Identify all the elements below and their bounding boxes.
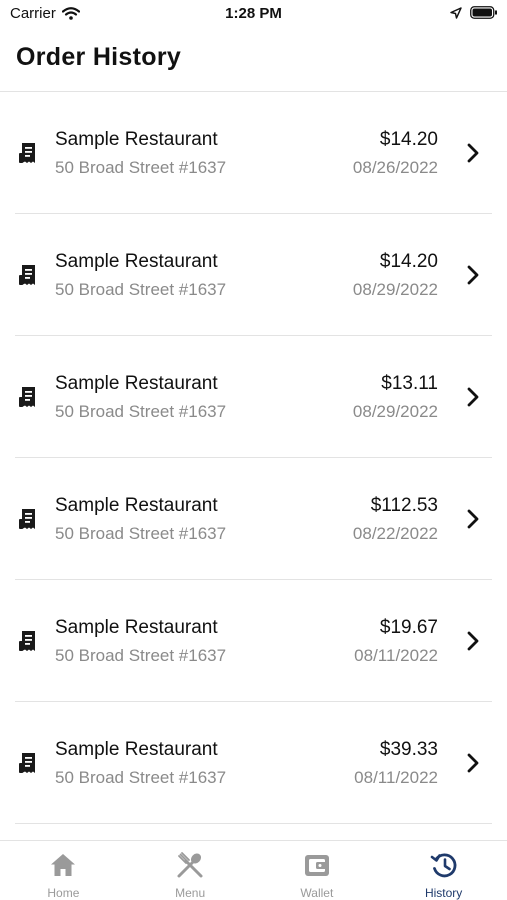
order-address: 50 Broad Street #1637 xyxy=(55,646,227,665)
order-date: 08/29/2022 xyxy=(352,280,438,299)
tab-home-label: Home xyxy=(47,886,80,900)
order-address: 50 Broad Street #1637 xyxy=(55,402,227,421)
receipt-icon xyxy=(19,143,35,163)
receipt-icon xyxy=(19,753,35,773)
order-date: 08/26/2022 xyxy=(352,158,438,177)
order-restaurant-name: Sample Restaurant xyxy=(55,373,218,394)
receipt-icon xyxy=(19,631,35,651)
order-row[interactable]: Sample Restaurant 50 Broad Street #1637 … xyxy=(15,580,492,702)
order-price: $19.67 xyxy=(379,617,438,638)
order-row[interactable]: Sample Restaurant 50 Broad Street #1637 … xyxy=(15,458,492,580)
order-address: 50 Broad Street #1637 xyxy=(55,768,227,787)
chevron-right-icon xyxy=(467,143,479,163)
order-history-screen: Carrier 1:28 PM Order History Sample Res… xyxy=(0,0,507,900)
order-price: $39.33 xyxy=(379,739,438,760)
order-row[interactable]: Sample Restaurant 50 Broad Street #1637 … xyxy=(15,336,492,458)
order-date: 08/11/2022 xyxy=(354,768,438,787)
tab-history[interactable]: History xyxy=(380,841,507,900)
home-icon xyxy=(51,854,76,876)
order-address: 50 Broad Street #1637 xyxy=(55,524,227,543)
header: Order History xyxy=(0,28,507,92)
order-address: 50 Broad Street #1637 xyxy=(55,280,227,299)
receipt-icon xyxy=(19,509,35,529)
battery-icon xyxy=(470,6,497,19)
order-date: 08/29/2022 xyxy=(352,402,438,421)
tab-history-label: History xyxy=(424,886,463,900)
chevron-right-icon xyxy=(467,631,479,651)
order-restaurant-name: Sample Restaurant xyxy=(55,739,218,760)
order-price: $13.11 xyxy=(381,373,438,394)
location-arrow-icon xyxy=(450,6,462,19)
tab-menu-label: Menu xyxy=(175,886,206,900)
order-price: $14.20 xyxy=(379,251,438,272)
receipt-icon xyxy=(19,265,35,285)
chevron-right-icon xyxy=(467,509,479,529)
chevron-right-icon xyxy=(467,387,479,407)
tab-wallet-label: Wallet xyxy=(300,886,334,900)
history-icon xyxy=(430,853,457,878)
order-date: 08/11/2022 xyxy=(354,646,438,665)
order-list[interactable]: Sample Restaurant 50 Broad Street #1637 … xyxy=(0,92,507,840)
order-restaurant-name: Sample Restaurant xyxy=(55,251,218,272)
wallet-icon xyxy=(304,855,329,876)
status-right xyxy=(450,6,498,19)
utensils-icon xyxy=(177,852,203,878)
order-row[interactable]: Sample Restaurant 50 Broad Street #1637 … xyxy=(15,214,492,336)
tab-menu[interactable]: Menu xyxy=(127,841,254,900)
page-title: Order History xyxy=(16,43,182,71)
chevron-right-icon xyxy=(467,265,479,285)
order-restaurant-name: Sample Restaurant xyxy=(55,617,218,638)
order-price: $14.20 xyxy=(379,129,438,150)
order-restaurant-name: Sample Restaurant xyxy=(55,495,218,516)
receipt-icon xyxy=(19,387,35,407)
tab-bar: Home Menu Wallet History xyxy=(0,840,507,900)
order-row[interactable]: Sample Restaurant 50 Broad Street #1637 … xyxy=(15,702,492,824)
order-date: 08/22/2022 xyxy=(352,524,438,543)
order-address: 50 Broad Street #1637 xyxy=(55,158,227,177)
order-price: $112.53 xyxy=(370,495,438,516)
tab-home[interactable]: Home xyxy=(0,841,127,900)
tab-wallet[interactable]: Wallet xyxy=(254,841,381,900)
clock: 1:28 PM xyxy=(225,5,282,22)
order-restaurant-name: Sample Restaurant xyxy=(55,129,218,150)
chevron-right-icon xyxy=(467,753,479,773)
order-row[interactable]: Sample Restaurant 50 Broad Street #1637 … xyxy=(15,92,492,214)
status-bar: Carrier 1:28 PM xyxy=(0,0,507,28)
